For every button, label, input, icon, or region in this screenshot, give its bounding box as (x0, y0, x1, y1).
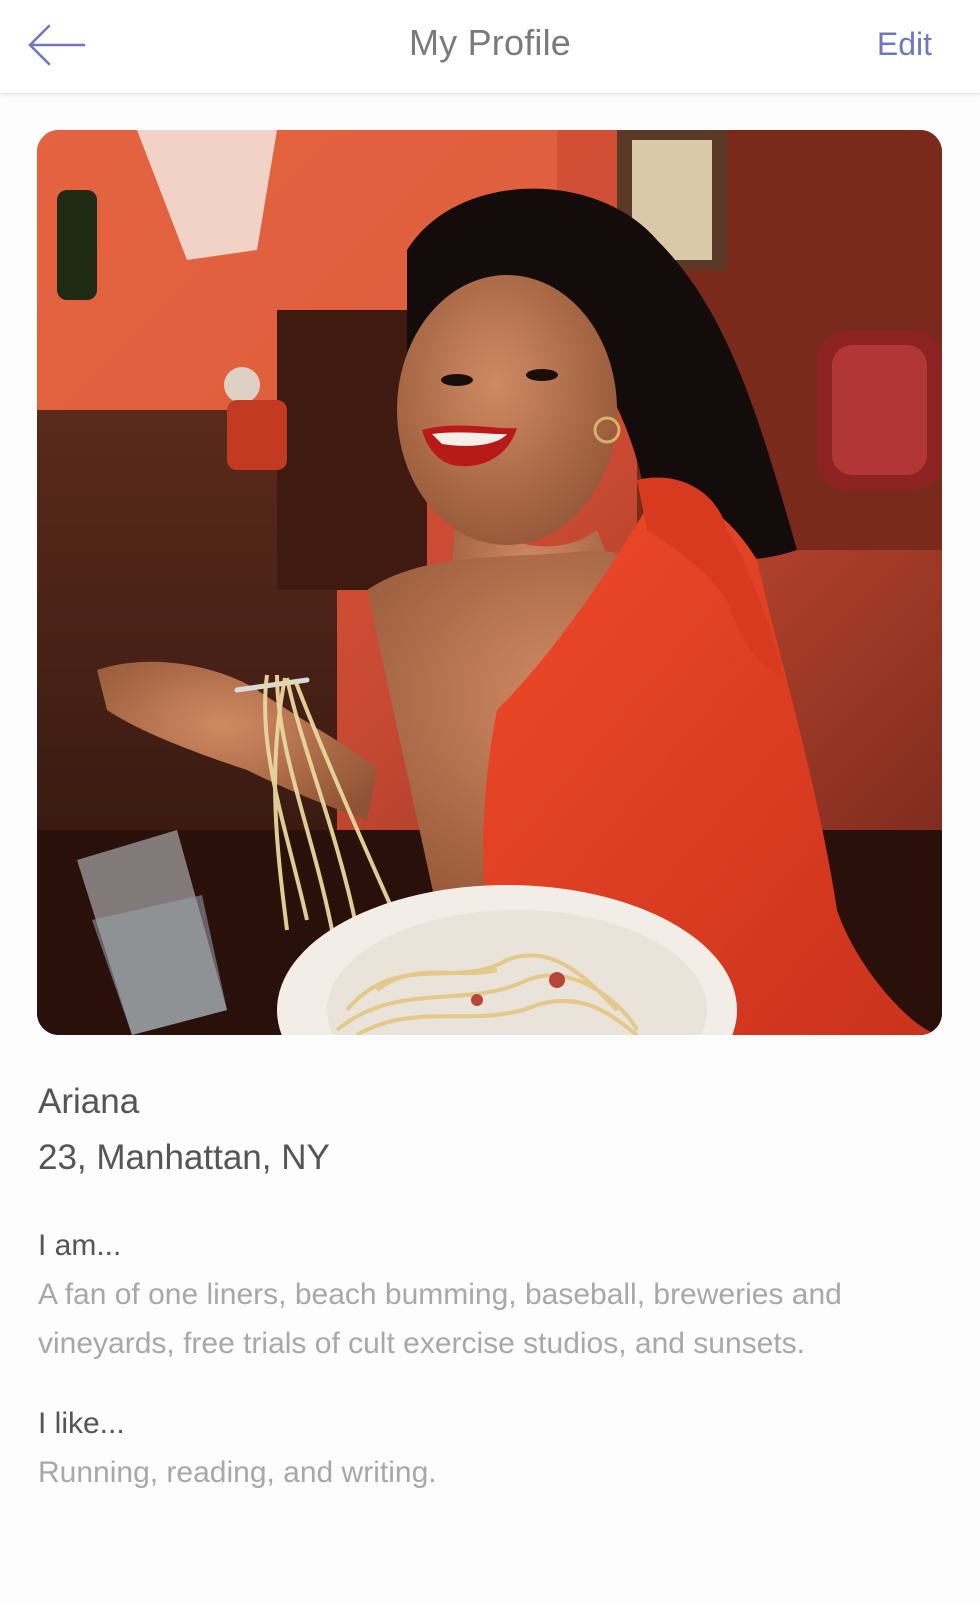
profile-photo-image (37, 130, 942, 1035)
top-nav-bar: My Profile Edit (0, 0, 980, 94)
i-am-label: I am... (38, 1229, 122, 1262)
i-like-text: Running, reading, and writing. (38, 1456, 437, 1489)
section-i-am: I am... A fan of one liners, beach bummi… (38, 1226, 938, 1368)
profile-photo[interactable] (37, 130, 942, 1035)
page-title: My Profile (408, 22, 572, 63)
section-i-like: I like... Running, reading, and writing. (38, 1404, 938, 1497)
edit-button[interactable]: Edit (877, 26, 932, 63)
i-am-text: A fan of one liners, beach bumming, base… (38, 1278, 842, 1360)
i-like-label: I like... (38, 1407, 125, 1440)
profile-age-location: 23, Manhattan, NY (38, 1138, 330, 1177)
profile-name: Ariana (38, 1082, 140, 1121)
profile-info: Ariana 23, Manhattan, NY I am... A fan o… (38, 1080, 938, 1497)
